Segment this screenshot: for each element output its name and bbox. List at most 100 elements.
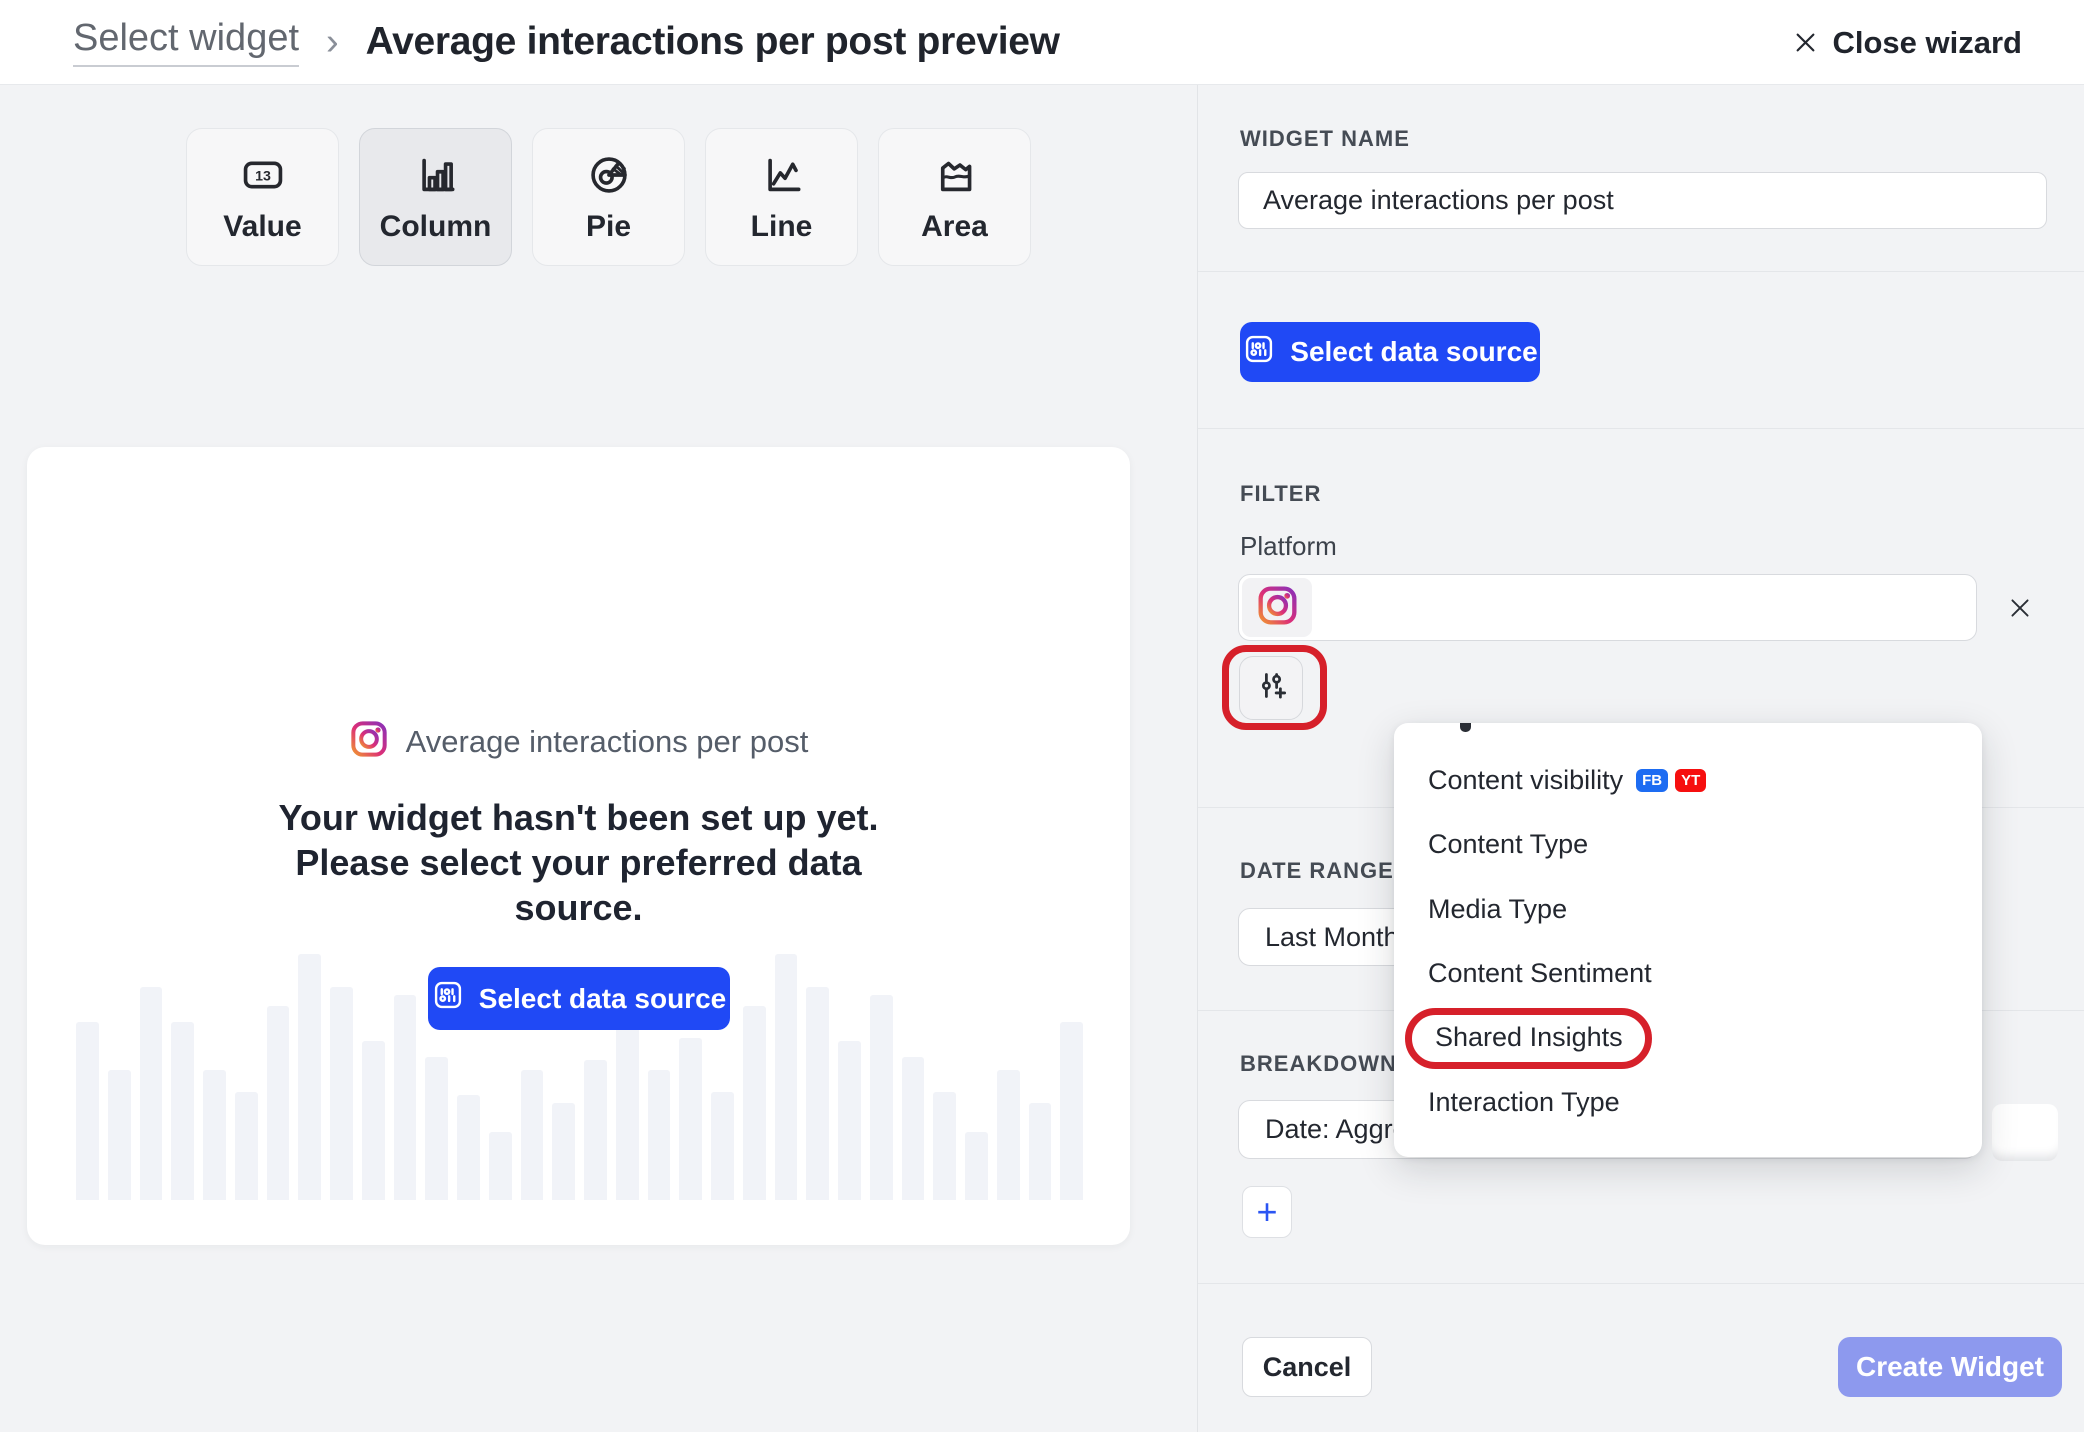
platform-instagram-tile (1242, 578, 1312, 637)
decorative-bar (648, 1070, 671, 1200)
instagram-icon (349, 719, 389, 764)
decorative-bar (806, 987, 829, 1200)
sliders-plus-icon (1254, 668, 1289, 708)
widget-wizard-screen: Select widget › Average interactions per… (0, 0, 2084, 1432)
menu-item-label: Interaction Type (1428, 1087, 1620, 1118)
decorative-bar (616, 1022, 639, 1200)
menu-item-media-type[interactable]: Media Type (1394, 877, 1982, 942)
widget-type-label: Area (921, 210, 988, 244)
decorative-bar (457, 1095, 480, 1200)
top-bar: Select widget › Average interactions per… (0, 0, 2084, 85)
plus-icon: + (1256, 1191, 1277, 1233)
decorative-bar (965, 1132, 988, 1200)
menu-item-content-type[interactable]: Content Type (1394, 813, 1982, 878)
cancel-button[interactable]: Cancel (1242, 1337, 1372, 1397)
decorative-bar (267, 1006, 290, 1200)
widget-type-column[interactable]: Column (359, 128, 512, 266)
breakdown-label: BREAKDOWN (1240, 1051, 1397, 1077)
menu-item-content-sentiment[interactable]: Content Sentiment (1394, 942, 1982, 1007)
widget-type-label: Line (751, 210, 813, 244)
instagram-icon (1256, 584, 1299, 632)
clipped-menu-item-fragment (1460, 723, 1471, 732)
section-divider (1198, 271, 2084, 272)
panel-divider (1197, 85, 1198, 1432)
decorative-bar (235, 1092, 258, 1200)
preview-widget-title: Average interactions per post (406, 724, 809, 760)
menu-item-label: Shared Insights (1405, 1008, 1652, 1069)
add-breakdown-button[interactable]: + (1242, 1186, 1292, 1238)
widget-type-pie[interactable]: Pie (532, 128, 685, 266)
column-chart-icon (413, 150, 459, 200)
widget-type-area[interactable]: Area (878, 128, 1031, 266)
decorative-bar (711, 1092, 734, 1200)
data-source-icon (1242, 332, 1276, 373)
section-divider (1198, 428, 2084, 429)
decorative-bar (521, 1070, 544, 1200)
decorative-bar (1060, 1022, 1083, 1200)
footer-divider (1198, 1283, 2084, 1284)
widget-type-label: Value (223, 210, 301, 244)
decorative-bar (584, 1060, 607, 1200)
decorative-bar (679, 1038, 702, 1200)
menu-item-label: Media Type (1428, 894, 1567, 925)
decorative-bar (362, 1041, 385, 1200)
select-data-source-button-preview[interactable]: Select data source (428, 967, 730, 1030)
breadcrumb-chevron-icon: › (326, 21, 339, 64)
data-source-icon (431, 978, 465, 1019)
menu-item-label: Content visibility (1428, 765, 1623, 796)
fb-platform-badge: FB (1636, 769, 1668, 792)
decorative-bar (203, 1070, 226, 1200)
filter-section-label: FILTER (1240, 481, 1321, 507)
pie-chart-icon (586, 150, 632, 200)
create-widget-button[interactable]: Create Widget (1838, 1337, 2062, 1397)
decorative-bar (933, 1092, 956, 1200)
platform-select[interactable] (1238, 574, 1977, 641)
decorative-bar (140, 987, 163, 1200)
page-title: Average interactions per post preview (366, 20, 1060, 64)
line-chart-icon (759, 150, 805, 200)
decorative-bar (775, 954, 798, 1200)
menu-item-interaction-type[interactable]: Interaction Type (1394, 1071, 1982, 1136)
decorative-bar (298, 954, 321, 1200)
x-icon (2006, 594, 2034, 622)
decorative-bar (997, 1070, 1020, 1200)
remove-platform-filter-button[interactable] (2000, 590, 2040, 626)
date-range-label: DATE RANGE (1240, 858, 1394, 884)
decorative-bar (171, 1022, 194, 1200)
yt-platform-badge: YT (1675, 769, 1706, 792)
select-data-source-button-panel[interactable]: Select data source (1240, 322, 1540, 382)
decorative-bar (1029, 1103, 1052, 1200)
close-wizard-button[interactable]: Close wizard (1792, 0, 2023, 85)
widget-type-value[interactable]: 13 Value (186, 128, 339, 266)
add-filter-button[interactable] (1239, 656, 1303, 720)
menu-item-shared-insights[interactable]: Shared Insights (1394, 1006, 1982, 1071)
decorative-bar (76, 1022, 99, 1200)
svg-text:13: 13 (255, 169, 271, 185)
close-wizard-label: Close wizard (1833, 25, 2023, 61)
decorative-bar (394, 995, 417, 1200)
area-chart-icon (932, 150, 978, 200)
preview-empty-message: Your widget hasn't been set up yet. Plea… (27, 795, 1130, 930)
value-chart-icon: 13 (240, 150, 286, 200)
filter-dropdown-menu: Content visibility FB YT Content Type Media … (1394, 723, 1982, 1157)
widget-type-label: Pie (586, 210, 631, 244)
widget-preview-card: Average interactions per post Your widge… (27, 447, 1130, 1245)
widget-type-line[interactable]: Line (705, 128, 858, 266)
date-range-value: Last Month (1265, 922, 1399, 953)
menu-item-label: Content Type (1428, 829, 1588, 860)
decorative-bar (838, 1041, 861, 1200)
widget-name-label: WIDGET NAME (1240, 126, 1410, 152)
decorative-bar (330, 987, 353, 1200)
decorative-bar (108, 1070, 131, 1200)
breakdown-secondary-button[interactable] (1992, 1104, 2058, 1161)
breadcrumb-select-widget[interactable]: Select widget (73, 17, 299, 67)
decorative-bar (743, 1006, 766, 1200)
widget-name-input[interactable] (1238, 172, 2047, 229)
preview-title-row: Average interactions per post (27, 719, 1130, 764)
widget-type-selector: 13 Value Column Pie Line Area (186, 128, 1031, 266)
menu-item-content-visibility[interactable]: Content visibility FB YT (1394, 748, 1982, 813)
decorative-bar (870, 995, 893, 1200)
decorative-bar (489, 1132, 512, 1200)
close-icon (1792, 29, 1819, 56)
decorative-bar (425, 1057, 448, 1200)
